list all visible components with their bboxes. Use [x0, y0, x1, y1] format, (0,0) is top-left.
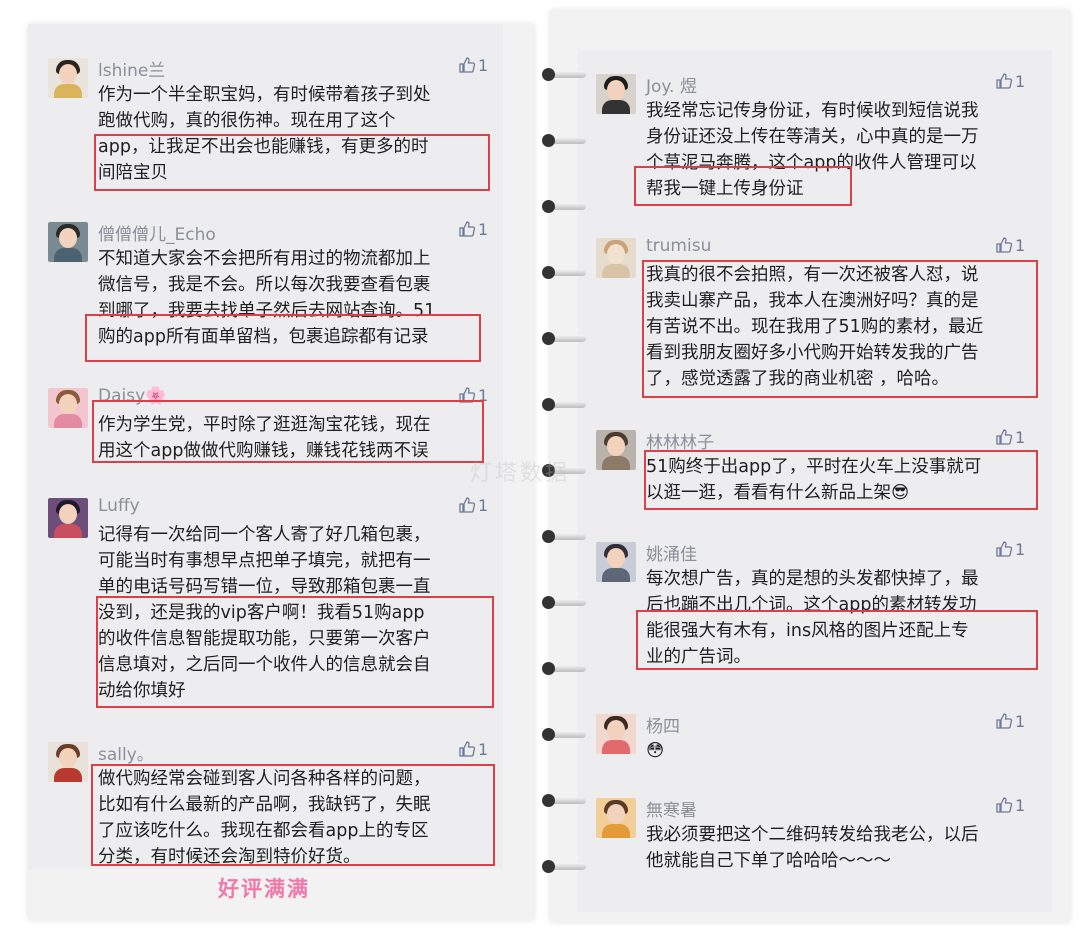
comment-username: sally。 — [98, 745, 154, 765]
binder-ring — [542, 662, 586, 675]
thumbs-up-icon — [996, 73, 1013, 89]
like-count: 1 — [1015, 428, 1026, 447]
comment-username: lshine兰 — [98, 61, 166, 81]
like-button[interactable]: 1 — [458, 740, 488, 759]
like-button[interactable]: 1 — [458, 220, 488, 239]
avatar — [596, 430, 636, 470]
like-button[interactable]: 1 — [995, 712, 1025, 731]
avatar — [48, 222, 88, 262]
like-button[interactable]: 1 — [995, 540, 1025, 559]
thumbs-up-icon — [996, 797, 1013, 813]
binder-ring — [542, 794, 586, 807]
avatar — [596, 714, 636, 754]
binder-ring — [542, 530, 586, 543]
caption-text: 好评满满 — [218, 877, 310, 901]
binder-ring — [542, 596, 586, 609]
right-screenshot-panel: Joy. 煜 1 我经常忘记传身份证，有时候收到短信说我 身份证还没上传在等清关，… — [542, 10, 1070, 922]
highlight-box — [92, 400, 484, 463]
binder-ring — [542, 266, 586, 279]
like-count: 1 — [1015, 72, 1026, 91]
like-button[interactable]: 1 — [995, 236, 1025, 255]
avatar — [596, 74, 636, 114]
binder-ring — [542, 68, 586, 81]
like-count: 1 — [1015, 712, 1026, 731]
comment-username: Joy. 煜 — [646, 77, 697, 97]
like-button[interactable]: 1 — [458, 56, 488, 75]
highlight-box — [636, 610, 1038, 670]
avatar — [596, 798, 636, 838]
avatar — [48, 58, 88, 98]
left-screenshot-panel: lshine兰 1 作为一个半全职宝妈，有时候带着孩子到处 跑做代购，真的很伤神。… — [28, 24, 534, 920]
comment-username: 姚涌佳 — [646, 545, 697, 565]
like-button[interactable]: 1 — [458, 496, 488, 515]
list-item: 杨四 1 😳 — [596, 712, 1052, 782]
highlight-box — [644, 450, 1038, 510]
avatar — [48, 388, 88, 428]
binder-ring — [542, 134, 586, 147]
highlight-box — [91, 764, 495, 866]
comment-text: 我必须要把这个二维码转发给我老公，以后 他就能自己下单了哈哈哈～～～ — [646, 825, 979, 871]
binder-ring — [542, 728, 586, 741]
like-button[interactable]: 1 — [995, 428, 1025, 447]
binder-ring — [542, 398, 586, 411]
comment-text: 😳 — [646, 741, 665, 761]
binder-ring — [542, 332, 586, 345]
thumbs-up-icon — [459, 57, 476, 73]
like-button[interactable]: 1 — [995, 796, 1025, 815]
watermark: 灯塔数据 — [470, 461, 571, 486]
like-count: 1 — [478, 740, 489, 759]
comment-username: Luffy — [98, 496, 140, 516]
highlight-box — [634, 166, 852, 206]
avatar — [48, 498, 88, 538]
thumbs-up-icon — [996, 541, 1013, 557]
thumbs-up-icon — [459, 221, 476, 237]
comment-username: 僧僧僧儿_Echo — [98, 225, 216, 245]
like-button[interactable]: 1 — [995, 72, 1025, 91]
thumbs-up-icon — [996, 713, 1013, 729]
like-count: 1 — [478, 220, 489, 239]
like-count: 1 — [1015, 236, 1026, 255]
like-count: 1 — [1015, 796, 1026, 815]
binder-ring — [542, 860, 586, 873]
thumbs-up-icon — [996, 237, 1013, 253]
right-comment-list: Joy. 煜 1 我经常忘记传身份证，有时候收到短信说我 身份证还没上传在等清关，… — [578, 50, 1052, 912]
thumbs-up-icon — [459, 497, 476, 513]
like-count: 1 — [478, 56, 489, 75]
highlight-box — [96, 596, 494, 708]
comment-username: trumisu — [646, 236, 712, 256]
avatar — [48, 742, 88, 782]
like-count: 1 — [478, 496, 489, 515]
thumbs-up-icon — [996, 429, 1013, 445]
avatar — [596, 542, 636, 582]
comment-username: 杨四 — [646, 717, 680, 737]
highlight-box — [85, 314, 481, 362]
comment-username: 無寒暑 — [646, 801, 697, 821]
list-item: 無寒暑 1 我必须要把这个二维码转发给我老公，以后 他就能自己下单了哈哈哈～～～ — [596, 796, 1052, 886]
avatar — [596, 238, 636, 278]
highlight-box — [94, 134, 490, 191]
binder-ring — [542, 200, 586, 213]
like-count: 1 — [1015, 540, 1026, 559]
highlight-box — [642, 260, 1038, 398]
left-comment-list: lshine兰 1 作为一个半全职宝妈，有时候带着孩子到处 跑做代购，真的很伤神。… — [28, 24, 503, 869]
thumbs-up-icon — [459, 741, 476, 757]
